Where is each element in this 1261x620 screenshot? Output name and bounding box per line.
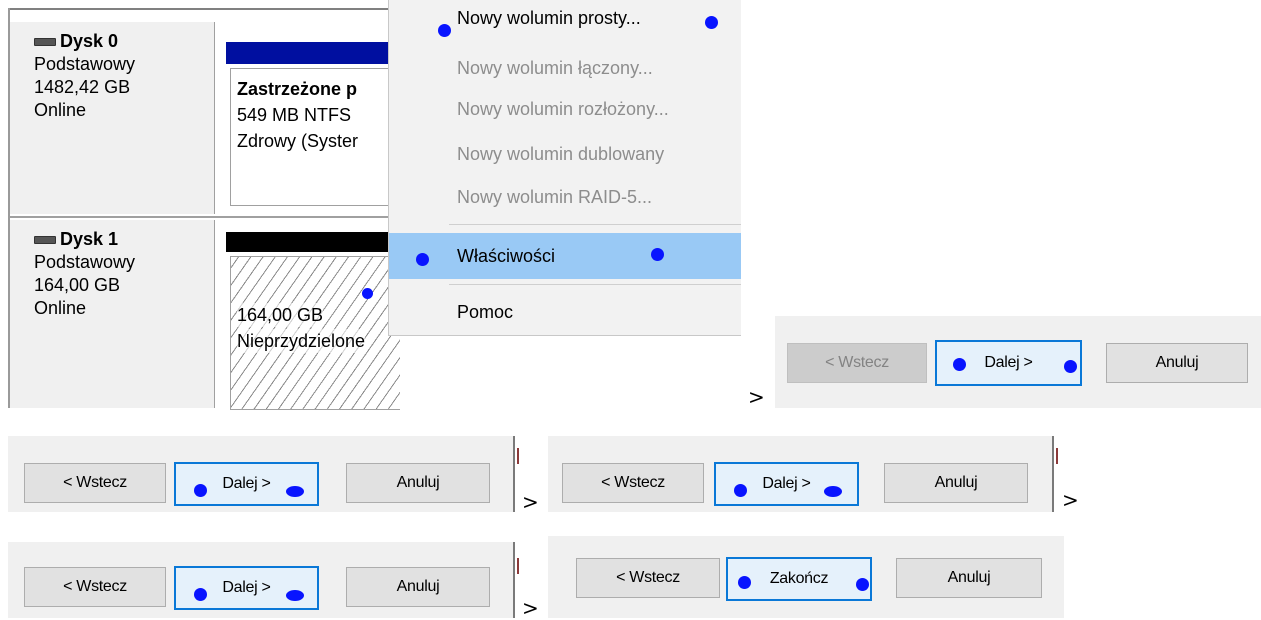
step-arrow: > — [748, 385, 765, 409]
disk-divider — [10, 216, 400, 218]
menu-separator — [449, 284, 741, 285]
disk-management-panel: Dysk 0 Podstawowy 1482,42 GB Online Zast… — [8, 8, 400, 410]
click-marker — [416, 253, 429, 266]
next-button[interactable]: Dalej > — [174, 566, 319, 610]
window-edge-mark — [517, 448, 519, 464]
unallocated-size: 164,00 GB — [237, 303, 324, 327]
disk-0-status: Online — [34, 100, 87, 120]
disk-1-type: Podstawowy — [34, 252, 136, 272]
menu-item-help[interactable]: Pomoc — [389, 294, 741, 330]
click-marker — [286, 590, 304, 601]
disk-1-status: Online — [34, 298, 87, 318]
window-edge-mark — [1056, 448, 1058, 464]
disk-0-type: Podstawowy — [34, 54, 136, 74]
click-marker — [1064, 360, 1077, 373]
window-edge — [513, 542, 515, 618]
cancel-button[interactable]: Anuluj — [884, 463, 1028, 503]
cancel-button[interactable]: Anuluj — [896, 558, 1042, 598]
step-arrow: > — [522, 490, 539, 514]
click-marker — [362, 288, 373, 299]
cancel-button[interactable]: Anuluj — [346, 567, 490, 607]
back-button[interactable]: < Wstecz — [24, 463, 166, 503]
disk-icon — [34, 236, 56, 245]
click-marker — [194, 588, 207, 601]
back-button[interactable]: < Wstecz — [576, 558, 720, 598]
menu-item-new-striped-volume[interactable]: Nowy wolumin rozłożony... — [389, 91, 741, 127]
disk-0-info[interactable]: Dysk 0 Podstawowy 1482,42 GB Online — [10, 22, 215, 214]
click-marker — [734, 484, 747, 497]
cancel-button[interactable]: Anuluj — [346, 463, 490, 503]
window-edge — [513, 436, 515, 512]
cancel-button[interactable]: Anuluj — [1106, 343, 1248, 383]
back-button[interactable]: < Wstecz — [24, 567, 166, 607]
menu-item-new-raid5-volume[interactable]: Nowy wolumin RAID-5... — [389, 179, 741, 215]
disk-1-volumes: 164,00 GB Nieprzydzielone — [218, 220, 400, 410]
menu-item-properties[interactable]: Właściwości — [389, 233, 741, 279]
step-arrow: > — [1062, 488, 1079, 512]
menu-item-new-mirrored-volume[interactable]: Nowy wolumin dublowany — [389, 136, 741, 172]
step-arrow: > — [522, 596, 539, 620]
click-marker — [651, 248, 664, 261]
wizard-buttons-step-2: < Wstecz Dalej > Anuluj — [8, 436, 514, 512]
wizard-buttons-step-3: < Wstecz Dalej > Anuluj — [548, 436, 1052, 512]
disk-0-partition-reserved[interactable]: Zastrzeżone p 549 MB NTFS Zdrowy (Syster — [230, 68, 400, 206]
click-marker — [705, 16, 718, 29]
next-button[interactable]: Dalej > — [174, 462, 319, 506]
click-marker — [286, 486, 304, 497]
menu-item-new-spanned-volume[interactable]: Nowy wolumin łączony... — [389, 50, 741, 86]
disk-1-volume-bar — [226, 232, 400, 252]
disk-1-info[interactable]: Dysk 1 Podstawowy 164,00 GB Online — [10, 220, 215, 408]
partition-title: Zastrzeżone p — [237, 79, 358, 99]
disk-1-name: Dysk 1 — [34, 228, 214, 251]
click-marker — [738, 576, 751, 589]
click-marker — [194, 484, 207, 497]
menu-separator — [449, 224, 741, 225]
next-button[interactable]: Dalej > — [714, 462, 859, 506]
click-marker — [856, 578, 869, 591]
click-marker — [824, 486, 842, 497]
click-marker — [438, 24, 451, 37]
disk-0-volumes: Zastrzeżone p 549 MB NTFS Zdrowy (Syster — [218, 22, 400, 214]
disk-1-size: 164,00 GB — [34, 275, 121, 295]
click-marker — [953, 358, 966, 371]
unallocated-state: Nieprzydzielone — [237, 329, 366, 353]
disk-icon — [34, 38, 56, 47]
window-edge — [1052, 436, 1054, 512]
partition-size-fs: 549 MB NTFS — [237, 105, 352, 125]
window-edge-mark — [517, 558, 519, 574]
wizard-buttons-step-4: < Wstecz Dalej > Anuluj — [8, 542, 514, 618]
partition-health: Zdrowy (Syster — [237, 131, 359, 151]
disk-0-size: 1482,42 GB — [34, 77, 131, 97]
wizard-buttons-step-1: < Wstecz Dalej > Anuluj — [775, 316, 1261, 408]
wizard-buttons-step-5: < Wstecz Zakończ Anuluj — [548, 536, 1064, 618]
panel-top-border — [8, 8, 400, 10]
context-menu: Nowy wolumin prosty... Nowy wolumin łącz… — [388, 0, 741, 336]
disk-1-unallocated[interactable]: 164,00 GB Nieprzydzielone — [230, 256, 400, 410]
disk-0-name: Dysk 0 — [34, 30, 214, 53]
back-button[interactable]: < Wstecz — [787, 343, 927, 383]
disk-0-volume-bar — [226, 42, 400, 64]
back-button[interactable]: < Wstecz — [562, 463, 704, 503]
